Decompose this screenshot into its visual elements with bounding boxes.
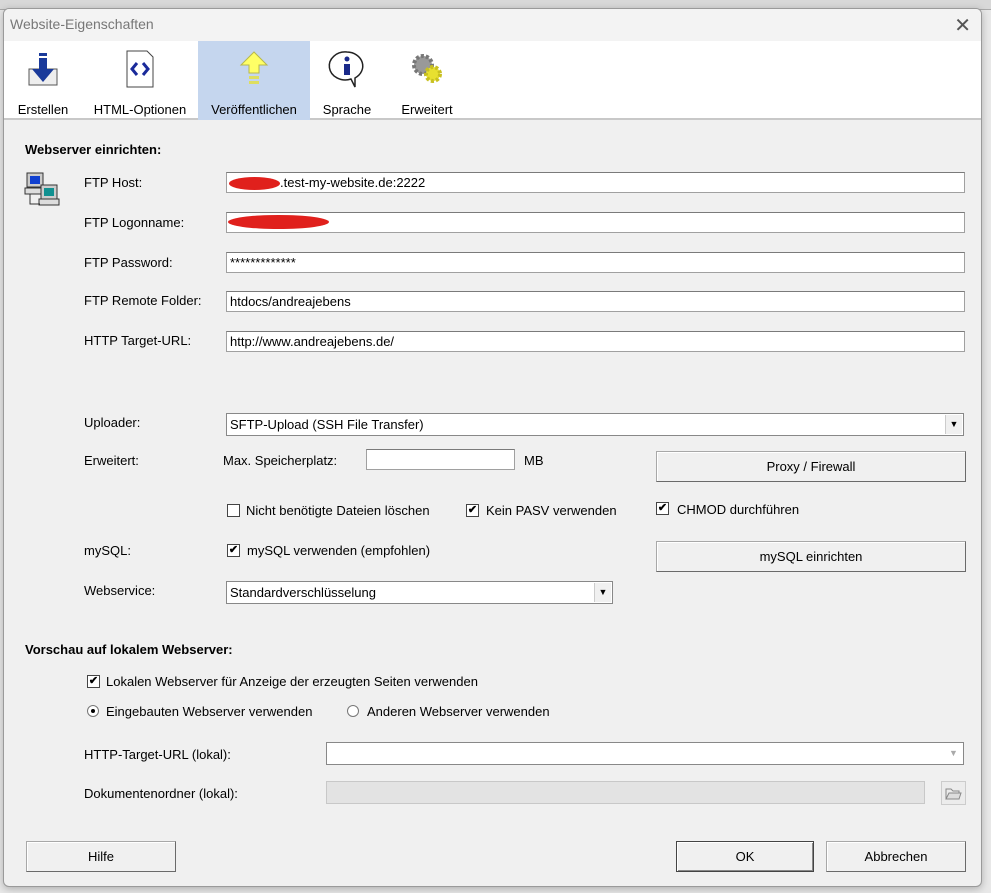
ftp-host-value: .test-my-website.de:2222: [280, 175, 426, 190]
ftp-logon-label: FTP Logonname:: [84, 215, 185, 230]
mysql-setup-button[interactable]: mySQL einrichten: [656, 541, 966, 572]
use-local-webserver-label: Lokalen Webserver für Anzeige der erzeug…: [106, 674, 478, 689]
chmod-checkbox[interactable]: ✔: [656, 502, 669, 515]
http-local-label: HTTP-Target-URL (lokal):: [84, 747, 231, 762]
no-pasv-label: Kein PASV verwenden: [486, 503, 617, 518]
webservice-label: Webservice:: [84, 583, 156, 598]
ok-button[interactable]: OK: [676, 841, 814, 872]
builtin-webserver-label: Eingebauten Webserver verwenden: [106, 704, 313, 719]
other-webserver-label: Anderen Webserver verwenden: [367, 704, 550, 719]
uploader-value: SFTP-Upload (SSH File Transfer): [230, 417, 424, 432]
docfolder-label: Dokumentenordner (lokal):: [84, 786, 238, 801]
mysql-checkbox[interactable]: ✔: [227, 544, 240, 557]
redaction-mark: [228, 215, 329, 229]
docfolder-input[interactable]: [326, 781, 925, 804]
chmod-label: CHMOD durchführen: [677, 502, 800, 517]
preview-heading: Vorschau auf lokalem Webserver:: [25, 642, 233, 657]
delete-files-checkbox[interactable]: [227, 504, 240, 517]
ftp-logon-input[interactable]: [226, 212, 965, 233]
erweitert-label: Erweitert:: [84, 453, 139, 468]
other-webserver-radio[interactable]: [347, 705, 359, 717]
folder-open-icon[interactable]: [941, 781, 966, 805]
redaction-mark: [229, 177, 280, 190]
webserver-heading: Webserver einrichten:: [25, 142, 162, 157]
ftp-password-label: FTP Password:: [84, 255, 173, 270]
no-pasv-checkbox[interactable]: ✔: [466, 504, 479, 517]
max-storage-label: Max. Speicherplatz:: [223, 453, 338, 468]
builtin-webserver-radio[interactable]: [87, 705, 99, 717]
delete-files-label: Nicht benötigte Dateien löschen: [246, 503, 430, 518]
ftp-remote-folder-input[interactable]: htdocs/andreajebens: [226, 291, 965, 312]
webservice-select[interactable]: Standardverschlüsselung ▼: [226, 581, 613, 604]
ftp-password-input[interactable]: *************: [226, 252, 965, 273]
http-local-combo[interactable]: ▼: [326, 742, 964, 765]
chevron-down-icon[interactable]: ▼: [945, 415, 962, 434]
uploader-select[interactable]: SFTP-Upload (SSH File Transfer) ▼: [226, 413, 964, 436]
mb-unit: MB: [524, 453, 544, 468]
mysql-label: mySQL:: [84, 543, 131, 558]
http-target-url-input[interactable]: http://www.andreajebens.de/: [226, 331, 965, 352]
ftp-host-label: FTP Host:: [84, 175, 143, 190]
cancel-button[interactable]: Abbrechen: [826, 841, 966, 872]
http-target-url-label: HTTP Target-URL:: [84, 333, 192, 348]
ftp-remote-folder-label: FTP Remote Folder:: [84, 293, 202, 308]
mysql-check-label: mySQL verwenden (empfohlen): [247, 543, 431, 558]
max-storage-input[interactable]: [366, 449, 515, 470]
use-local-webserver-checkbox[interactable]: ✔: [87, 675, 100, 688]
webservice-value: Standardverschlüsselung: [230, 585, 376, 600]
chevron-down-icon[interactable]: ▼: [945, 744, 962, 763]
ftp-host-input[interactable]: .test-my-website.de:2222: [226, 172, 965, 193]
chevron-down-icon[interactable]: ▼: [594, 583, 611, 602]
proxy-firewall-button[interactable]: Proxy / Firewall: [656, 451, 966, 482]
help-button[interactable]: Hilfe: [26, 841, 176, 872]
uploader-label: Uploader:: [84, 415, 141, 430]
website-properties-dialog: Website-Eigenschaften ✕ Erstellen HTML-O…: [3, 8, 982, 887]
network-computers-icon: [24, 172, 60, 206]
